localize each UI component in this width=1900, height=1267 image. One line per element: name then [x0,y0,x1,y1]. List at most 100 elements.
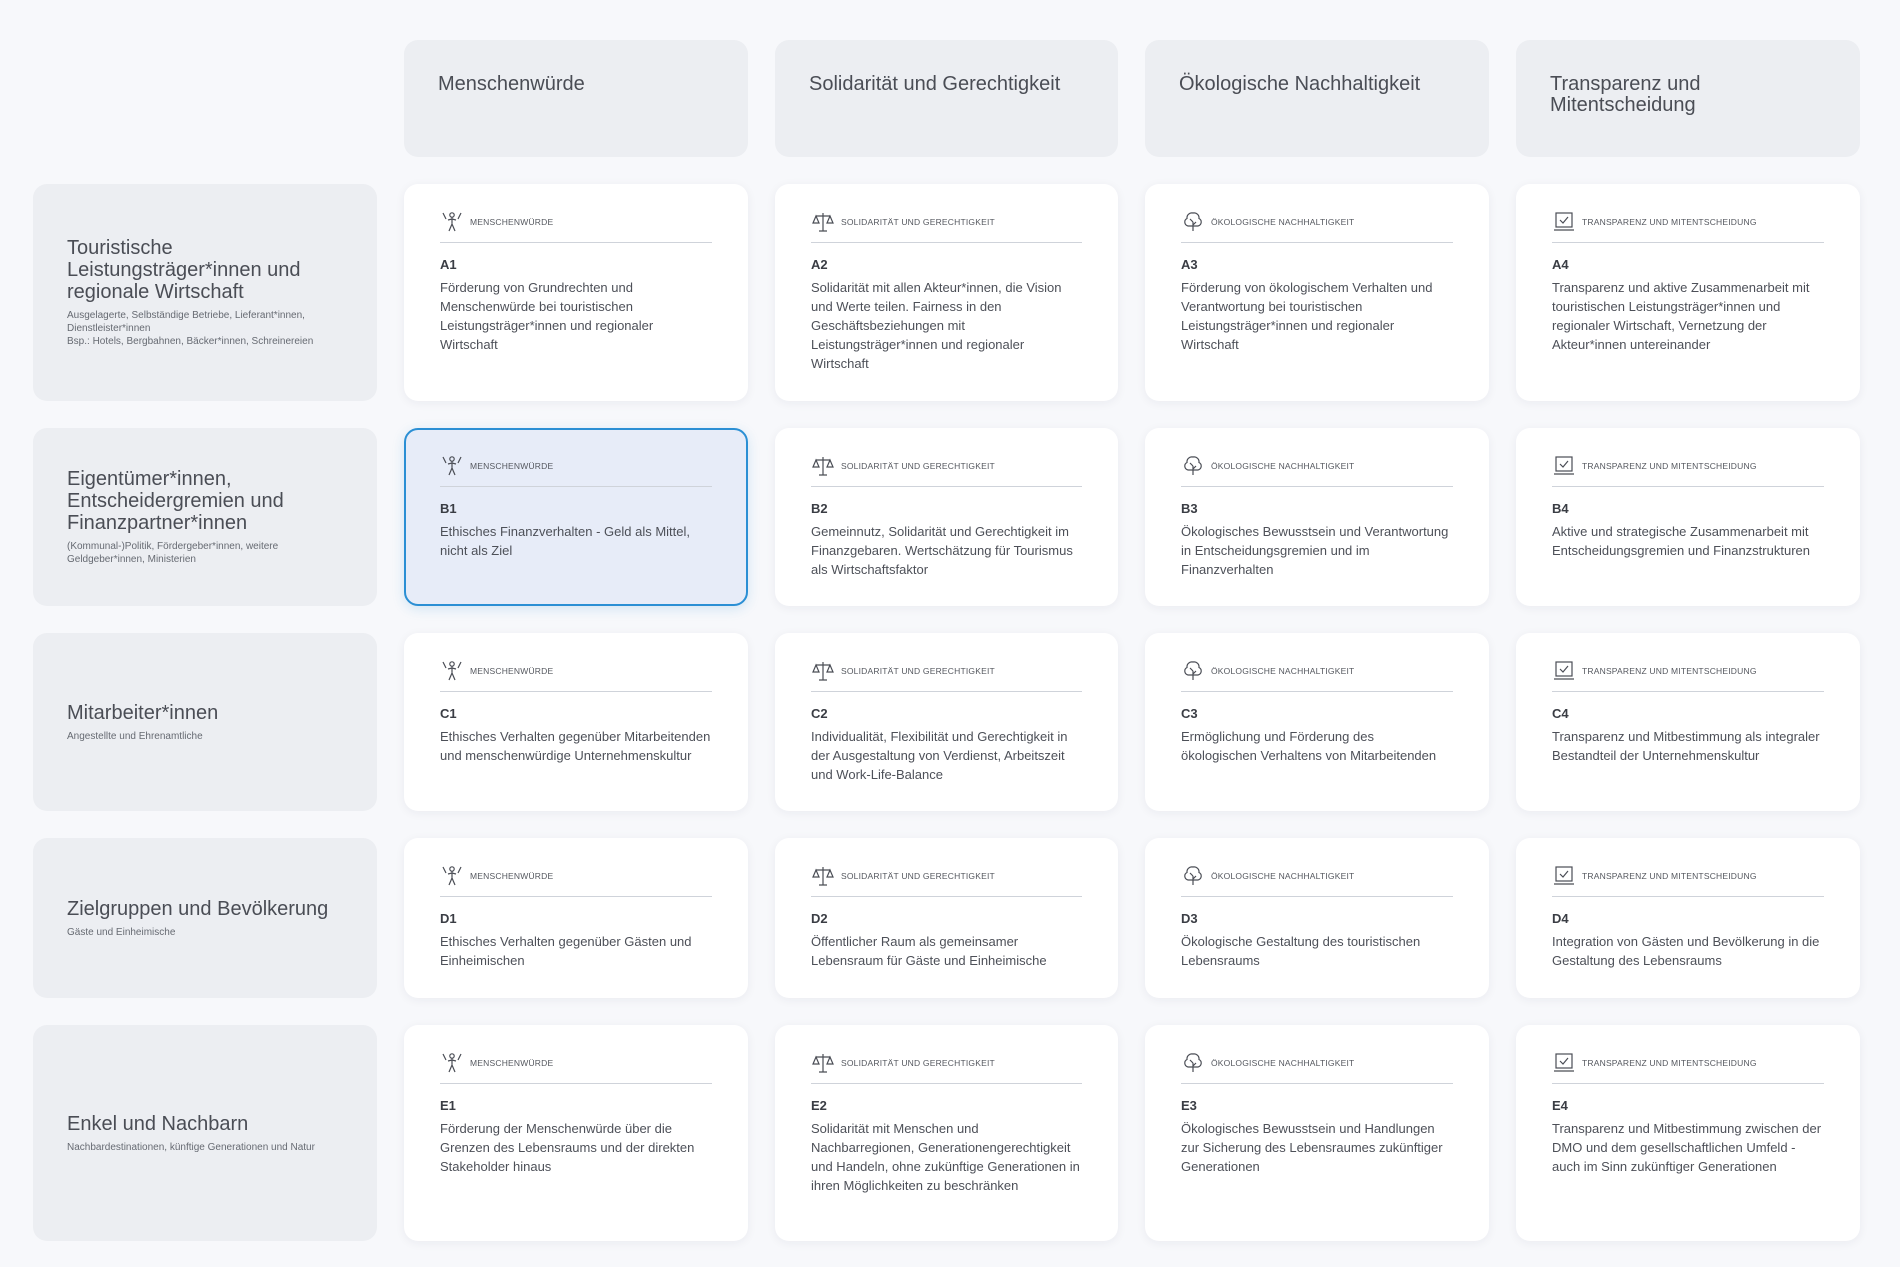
card-header: TRANSPARENZ UND MITENTSCHEIDUNG [1552,454,1824,487]
card-code: B1 [440,501,457,516]
card-code: D2 [811,911,828,926]
card-header: SOLIDARITÄT UND GERECHTIGKEIT [811,864,1082,897]
category-label: TRANSPARENZ UND MITENTSCHEIDUNG [1582,461,1757,471]
category-label: SOLIDARITÄT UND GERECHTIGKEIT [841,461,995,471]
row-subtitle: (Kommunal-)Politik, Fördergeber*innen, w… [67,541,279,565]
card-description: Förderung der Menschenwürde über die Gre… [440,1121,695,1174]
card-header: SOLIDARITÄT UND GERECHTIGKEIT [811,210,1082,243]
card-code: D1 [440,911,457,926]
category-label: MENSCHENWÜRDE [470,871,554,881]
checkbox-icon [1554,866,1574,885]
category-label: ÖKOLOGISCHE NACHHALTIGKEIT [1211,217,1355,227]
category-label: TRANSPARENZ UND MITENTSCHEIDUNG [1582,1058,1757,1068]
card-description: Aktive und strategische Zusammenarbeit m… [1552,524,1810,558]
card-header: MENSCHENWÜRDE [440,1051,712,1084]
card-e3[interactable]: ÖKOLOGISCHE NACHHALTIGKEIT E3 Ökologisch… [1145,1025,1489,1241]
checkbox-icon [1554,212,1574,231]
card-header: TRANSPARENZ UND MITENTSCHEIDUNG [1552,864,1824,897]
card-header: MENSCHENWÜRDE [440,659,712,692]
row-title: Touristische Leistungsträger*innen und r… [67,237,301,303]
card-d3[interactable]: ÖKOLOGISCHE NACHHALTIGKEIT D3 Ökologisch… [1145,838,1489,998]
card-b3[interactable]: ÖKOLOGISCHE NACHHALTIGKEIT B3 Ökologisch… [1145,428,1489,606]
card-header: ÖKOLOGISCHE NACHHALTIGKEIT [1181,210,1453,243]
card-code: C4 [1552,706,1569,721]
scales-icon [812,867,834,886]
card-a2[interactable]: SOLIDARITÄT UND GERECHTIGKEIT A2 Solidar… [775,184,1118,401]
card-a4[interactable]: TRANSPARENZ UND MITENTSCHEIDUNG A4 Trans… [1516,184,1860,401]
card-code: C3 [1181,706,1198,721]
card-b1[interactable]: MENSCHENWÜRDE B1 Ethisches Finanzverhalt… [404,428,748,606]
column-header-menschenwuerde: Menschenwürde [404,40,748,157]
card-description: Individualität, Flexibilität und Gerecht… [811,729,1068,782]
card-code: C2 [811,706,828,721]
tree-icon [1184,661,1202,680]
category-label: TRANSPARENZ UND MITENTSCHEIDUNG [1582,666,1757,676]
card-description: Ethisches Verhalten gegenüber Mitarbeite… [440,729,711,763]
card-c2[interactable]: SOLIDARITÄT UND GERECHTIGKEIT C2 Individ… [775,633,1118,811]
corner-spacer [33,40,377,157]
card-d1[interactable]: MENSCHENWÜRDE D1 Ethisches Verhalten geg… [404,838,748,998]
card-description: Förderung von ökologischem Verhalten und… [1181,280,1433,352]
row-label-b: Eigentümer*innen, Entscheidergremien und… [33,428,377,606]
category-label: SOLIDARITÄT UND GERECHTIGKEIT [841,1058,995,1068]
card-description: Ökologisches Bewusstsein und Handlungen … [1181,1121,1443,1174]
human-dignity-icon [442,661,462,681]
checkbox-icon [1554,661,1574,680]
card-code: B3 [1181,501,1198,516]
row-title: Mitarbeiter*innen [67,701,219,724]
card-header: SOLIDARITÄT UND GERECHTIGKEIT [811,659,1082,692]
card-code: A1 [440,257,457,272]
category-label: MENSCHENWÜRDE [470,217,554,227]
scales-icon [812,662,834,681]
card-description: Integration von Gästen und Bevölkerung i… [1552,934,1820,968]
category-label: MENSCHENWÜRDE [470,1058,554,1068]
card-description: Ethisches Finanzverhalten - Geld als Mit… [440,524,690,558]
card-b4[interactable]: TRANSPARENZ UND MITENTSCHEIDUNG B4 Aktiv… [1516,428,1860,606]
row-subtitle: Nachbardestinationen, künftige Generatio… [67,1141,315,1153]
card-description: Ökologisches Bewusstsein und Verantwortu… [1181,524,1449,577]
row-subtitle: Angestellte und Ehrenamtliche [67,730,203,742]
category-label: SOLIDARITÄT UND GERECHTIGKEIT [841,217,995,227]
human-dignity-icon [442,456,462,476]
card-d2[interactable]: SOLIDARITÄT UND GERECHTIGKEIT D2 Öffentl… [775,838,1118,998]
category-label: ÖKOLOGISCHE NACHHALTIGKEIT [1211,871,1355,881]
category-label: TRANSPARENZ UND MITENTSCHEIDUNG [1582,871,1757,881]
card-header: ÖKOLOGISCHE NACHHALTIGKEIT [1181,454,1453,487]
card-e4[interactable]: TRANSPARENZ UND MITENTSCHEIDUNG E4 Trans… [1516,1025,1860,1241]
row-label-e: Enkel und Nachbarn Nachbardestinationen,… [33,1025,377,1241]
checkbox-icon [1554,456,1574,475]
card-description: Transparenz und Mitbestimmung als integr… [1552,729,1820,763]
column-header-solidaritaet: Solidarität und Gerechtigkeit [775,40,1118,157]
card-e2[interactable]: SOLIDARITÄT UND GERECHTIGKEIT E2 Solidar… [775,1025,1118,1241]
card-c1[interactable]: MENSCHENWÜRDE C1 Ethisches Verhalten geg… [404,633,748,811]
card-header: ÖKOLOGISCHE NACHHALTIGKEIT [1181,864,1453,897]
card-d4[interactable]: TRANSPARENZ UND MITENTSCHEIDUNG D4 Integ… [1516,838,1860,998]
column-header-oekologie: Ökologische Nachhaltigkeit [1145,40,1489,157]
card-description: Transparenz und aktive Zusammenarbeit mi… [1552,280,1810,352]
category-label: SOLIDARITÄT UND GERECHTIGKEIT [841,666,995,676]
card-header: SOLIDARITÄT UND GERECHTIGKEIT [811,454,1082,487]
card-description: Solidarität mit allen Akteur*innen, die … [811,280,1062,371]
checkbox-icon [1554,1053,1574,1072]
card-description: Ethisches Verhalten gegenüber Gästen und… [440,934,692,968]
card-code: E3 [1181,1098,1197,1113]
row-subtitle: Ausgelagerte, Selbständige Betriebe, Lie… [67,310,314,347]
tree-icon [1184,212,1202,231]
card-code: A3 [1181,257,1198,272]
card-c3[interactable]: ÖKOLOGISCHE NACHHALTIGKEIT C3 Ermöglichu… [1145,633,1489,811]
card-header: ÖKOLOGISCHE NACHHALTIGKEIT [1181,1051,1453,1084]
scales-icon [812,1054,834,1073]
human-dignity-icon [442,212,462,232]
category-label: MENSCHENWÜRDE [470,461,554,471]
card-code: B4 [1552,501,1569,516]
card-b2[interactable]: SOLIDARITÄT UND GERECHTIGKEIT B2 Gemeinn… [775,428,1118,606]
card-a1[interactable]: MENSCHENWÜRDE A1 Förderung von Grundrech… [404,184,748,401]
card-a3[interactable]: ÖKOLOGISCHE NACHHALTIGKEIT A3 Förderung … [1145,184,1489,401]
card-e1[interactable]: MENSCHENWÜRDE E1 Förderung der Menschenw… [404,1025,748,1241]
row-label-c: Mitarbeiter*innen Angestellte und Ehrena… [33,633,377,811]
card-header: TRANSPARENZ UND MITENTSCHEIDUNG [1552,210,1824,243]
category-label: MENSCHENWÜRDE [470,666,554,676]
card-description: Ökologische Gestaltung des touristischen… [1181,934,1421,968]
card-c4[interactable]: TRANSPARENZ UND MITENTSCHEIDUNG C4 Trans… [1516,633,1860,811]
card-header: ÖKOLOGISCHE NACHHALTIGKEIT [1181,659,1453,692]
